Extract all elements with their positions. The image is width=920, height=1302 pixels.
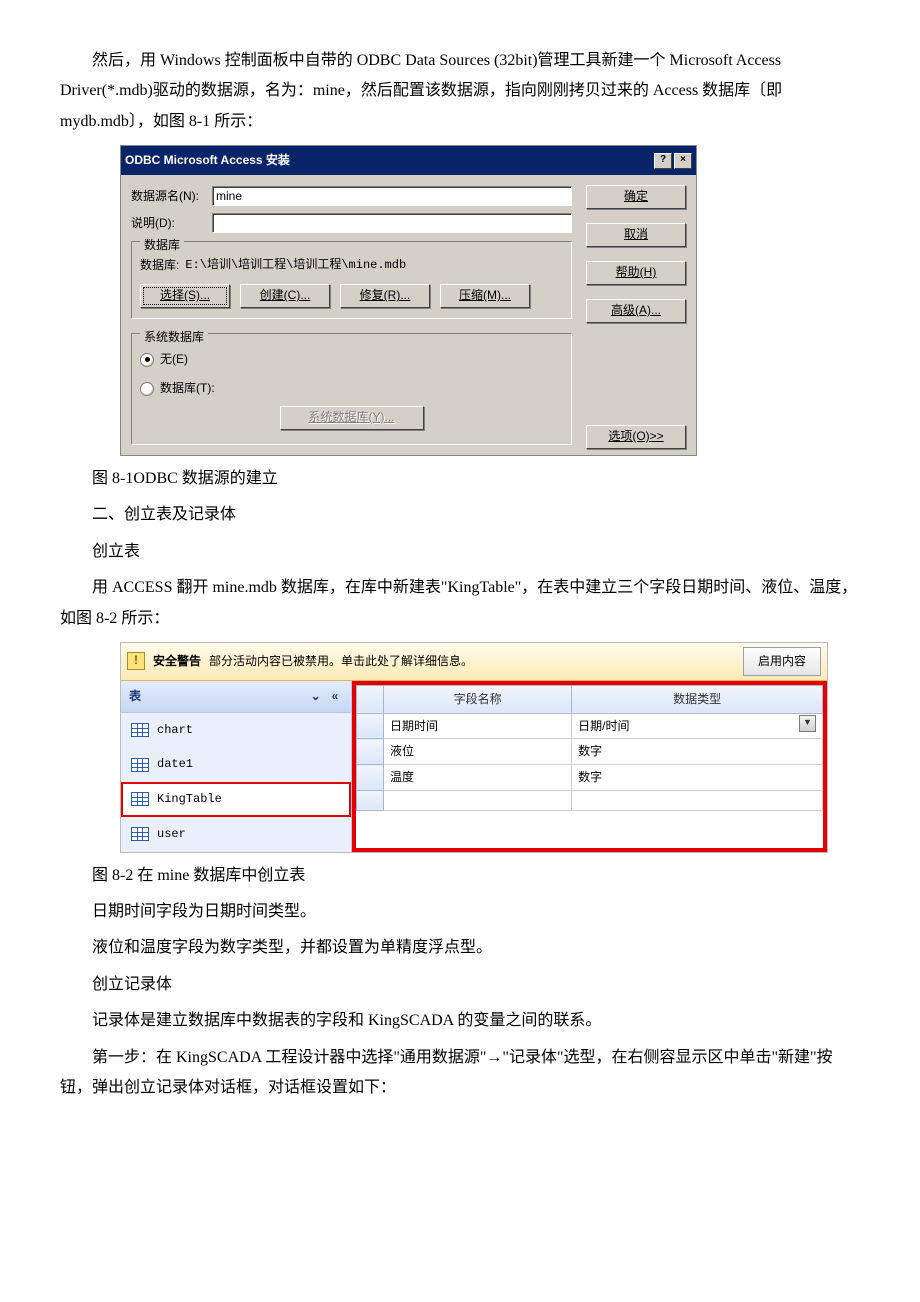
paragraph-step1: 第一步：在 KingSCADA 工程设计器中选择"通用数据源"→"记录体"选型，… bbox=[60, 1043, 860, 1104]
security-message: 部分活动内容已被禁用。单击此处了解详细信息。 bbox=[209, 650, 473, 673]
security-label: 安全警告 bbox=[153, 650, 201, 673]
data-type-cell[interactable] bbox=[572, 790, 823, 810]
paragraph-intro: 然后，用 Windows 控制面板中自带的 ODBC Data Sources … bbox=[60, 46, 860, 137]
table-icon bbox=[131, 827, 149, 841]
enable-content-button[interactable]: 启用内容 bbox=[743, 647, 821, 676]
sysdb-button: 系统数据库(Y)... bbox=[280, 406, 424, 430]
nav-item-label: date1 bbox=[157, 753, 193, 776]
figure-caption-1: 图 8-1ODBC 数据源的建立 bbox=[60, 464, 860, 494]
row-selector[interactable] bbox=[357, 790, 384, 810]
nav-header[interactable]: 表 ⌄ « bbox=[121, 681, 351, 713]
access-window: ! 安全警告 部分活动内容已被禁用。单击此处了解详细信息。 启用内容 表 ⌄ «… bbox=[120, 642, 828, 853]
ok-button[interactable]: 确定 bbox=[586, 185, 686, 209]
field-name-cell[interactable]: 日期时间 bbox=[384, 713, 572, 739]
radio-none-label: 无(E) bbox=[160, 348, 188, 371]
database-group: 数据库 数据库: E:\培训\培训工程\培训工程\mine.mdb 选择(S).… bbox=[131, 241, 572, 320]
radio-database[interactable]: 数据库(T): bbox=[140, 377, 563, 400]
repair-button[interactable]: 修复(R)... bbox=[340, 284, 430, 308]
table-icon bbox=[131, 792, 149, 806]
dialog-titlebar: ODBC Microsoft Access 安装 ? × bbox=[121, 146, 696, 175]
table-row[interactable] bbox=[357, 790, 823, 810]
nav-item-kingtable[interactable]: KingTable bbox=[121, 782, 351, 817]
table-row[interactable]: 日期时间 日期/时间▼ bbox=[357, 713, 823, 739]
table-design-grid: 字段名称 数据类型 日期时间 日期/时间▼ 液位 数字 bbox=[352, 681, 827, 852]
row-selector[interactable] bbox=[357, 713, 384, 739]
nav-item-label: user bbox=[157, 823, 186, 846]
paragraph-numeric: 液位和温度字段为数字类型，并都设置为单精度浮点型。 bbox=[60, 933, 860, 963]
radio-icon bbox=[140, 382, 154, 396]
titlebar-buttons: ? × bbox=[654, 153, 692, 169]
db-label: 数据库: bbox=[140, 254, 179, 277]
table-row[interactable]: 温度 数字 bbox=[357, 765, 823, 791]
sysdb-group: 系统数据库 无(E) 数据库(T): 系统数据库(Y)... bbox=[131, 333, 572, 445]
radio-icon bbox=[140, 353, 154, 367]
column-header-type: 数据类型 bbox=[572, 685, 823, 713]
db-path: E:\培训\培训工程\培训工程\mine.mdb bbox=[185, 254, 406, 277]
radio-none[interactable]: 无(E) bbox=[140, 348, 563, 371]
database-group-title: 数据库 bbox=[140, 234, 184, 257]
paragraph-record-desc: 记录体是建立数据库中数据表的字段和 KingSCADA 的变量之间的联系。 bbox=[60, 1006, 860, 1036]
table-icon bbox=[131, 723, 149, 737]
nav-item-user[interactable]: user bbox=[121, 817, 351, 852]
compact-button[interactable]: 压缩(M)... bbox=[440, 284, 530, 308]
desc-input[interactable] bbox=[212, 213, 572, 233]
help-icon[interactable]: ? bbox=[654, 153, 672, 169]
advanced-button[interactable]: 高级(A)... bbox=[586, 299, 686, 323]
row-selector[interactable] bbox=[357, 739, 384, 765]
nav-item-chart[interactable]: chart bbox=[121, 713, 351, 748]
desc-label: 说明(D): bbox=[131, 212, 206, 235]
corner-cell bbox=[357, 685, 384, 713]
create-button[interactable]: 创建(C)... bbox=[240, 284, 330, 308]
dialog-title: ODBC Microsoft Access 安装 bbox=[125, 149, 290, 172]
nav-title: 表 bbox=[129, 685, 141, 708]
collapse-icon[interactable]: « bbox=[327, 685, 343, 708]
field-name-cell[interactable]: 温度 bbox=[384, 765, 572, 791]
data-type-cell[interactable]: 日期/时间▼ bbox=[572, 713, 823, 739]
dsname-label: 数据源名(N): bbox=[131, 185, 206, 208]
column-header-field: 字段名称 bbox=[384, 685, 572, 713]
section-heading-2: 二、创立表及记录体 bbox=[60, 500, 860, 530]
nav-item-date1[interactable]: date1 bbox=[121, 747, 351, 782]
figure-caption-2: 图 8-2 在 mine 数据库中创立表 bbox=[60, 861, 860, 891]
nav-item-label: chart bbox=[157, 719, 193, 742]
table-row[interactable]: 液位 数字 bbox=[357, 739, 823, 765]
row-selector[interactable] bbox=[357, 765, 384, 791]
subsection-heading: 创立表 bbox=[60, 537, 860, 567]
nav-item-label: KingTable bbox=[157, 788, 222, 811]
dsname-input[interactable]: mine bbox=[212, 186, 572, 206]
navigation-pane: 表 ⌄ « chart date1 KingTable user bbox=[121, 681, 352, 852]
options-button[interactable]: 选项(O)>> bbox=[586, 425, 686, 449]
paragraph-datetime: 日期时间字段为日期时间类型。 bbox=[60, 897, 860, 927]
field-name-cell[interactable] bbox=[384, 790, 572, 810]
subsection-heading-record: 创立记录体 bbox=[60, 970, 860, 1000]
radio-database-label: 数据库(T): bbox=[160, 377, 215, 400]
paragraph-access: 用 ACCESS 翻开 mine.mdb 数据库，在库中新建表"KingTabl… bbox=[60, 573, 860, 634]
cancel-button[interactable]: 取消 bbox=[586, 223, 686, 247]
select-button[interactable]: 选择(S)... bbox=[140, 284, 230, 308]
table-icon bbox=[131, 758, 149, 772]
data-type-cell[interactable]: 数字 bbox=[572, 739, 823, 765]
help-button[interactable]: 帮助(H) bbox=[586, 261, 686, 285]
data-type-cell[interactable]: 数字 bbox=[572, 765, 823, 791]
dropdown-icon[interactable]: ▼ bbox=[799, 715, 816, 732]
sysdb-group-title: 系统数据库 bbox=[140, 326, 208, 349]
warning-icon: ! bbox=[127, 652, 145, 670]
field-name-cell[interactable]: 液位 bbox=[384, 739, 572, 765]
dropdown-icon[interactable]: ⌄ bbox=[308, 685, 324, 708]
close-icon[interactable]: × bbox=[674, 153, 692, 169]
security-bar: ! 安全警告 部分活动内容已被禁用。单击此处了解详细信息。 启用内容 bbox=[121, 643, 827, 681]
odbc-dialog: ODBC Microsoft Access 安装 ? × 数据源名(N): mi… bbox=[120, 145, 697, 456]
